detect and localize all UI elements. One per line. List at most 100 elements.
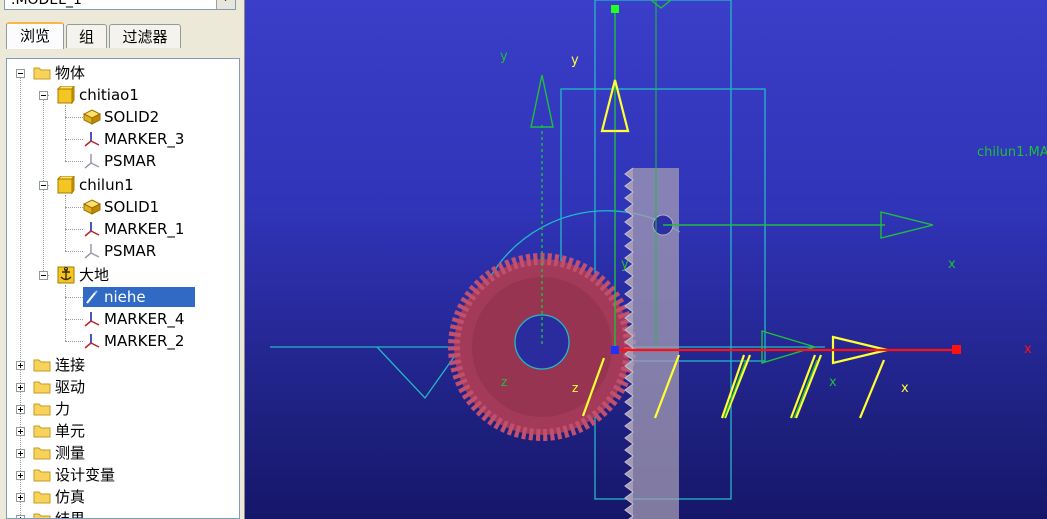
tree-label: chilun1 bbox=[79, 176, 134, 194]
marker-icon bbox=[84, 154, 100, 169]
tree-item-marker-4[interactable]: MARKER_4 bbox=[7, 309, 237, 329]
tree-label: MARKER_3 bbox=[104, 130, 185, 148]
tree-label: MARKER_4 bbox=[104, 310, 185, 328]
tree-item-ground[interactable]: 大地 bbox=[7, 265, 237, 285]
axis-label-y: y bbox=[571, 53, 579, 68]
axis-label-z: z bbox=[572, 381, 578, 395]
expand-icon[interactable] bbox=[16, 383, 25, 392]
tree-item-marker-3[interactable]: MARKER_3 bbox=[7, 129, 237, 149]
marker-point bbox=[611, 5, 619, 13]
tab-filters[interactable]: 过滤器 bbox=[109, 24, 181, 48]
expand-icon[interactable] bbox=[16, 405, 25, 414]
joint-icon bbox=[86, 290, 98, 304]
axis-label-y: y bbox=[500, 49, 508, 64]
folder-icon bbox=[33, 67, 51, 80]
solid-icon bbox=[83, 199, 101, 215]
collapse-icon[interactable] bbox=[39, 271, 48, 280]
axis-label-y: y bbox=[621, 257, 629, 272]
marker-icon bbox=[84, 244, 100, 259]
tree-item-psmar[interactable]: PSMAR bbox=[7, 151, 237, 171]
folder-icon bbox=[33, 403, 51, 416]
expand-icon[interactable] bbox=[16, 449, 25, 458]
tab-groups[interactable]: 组 bbox=[66, 24, 107, 48]
folder-icon bbox=[33, 425, 51, 438]
tree-item-measures[interactable]: 测量 bbox=[7, 443, 237, 463]
gear bbox=[448, 253, 636, 441]
folder-icon bbox=[33, 447, 51, 460]
tree-label: MARKER_1 bbox=[104, 220, 185, 238]
model-canvas: chilun1.MARKER_1 y y y x x x x z z bbox=[270, 0, 1047, 519]
tree-item-niehe[interactable]: niehe bbox=[7, 287, 237, 307]
folder-icon bbox=[33, 469, 51, 482]
tree-label: 驱动 bbox=[55, 378, 86, 396]
solid-icon bbox=[83, 109, 101, 125]
tree-item-chitiao1[interactable]: chitiao1 bbox=[7, 85, 237, 105]
tree-item-psmar[interactable]: PSMAR bbox=[7, 241, 237, 261]
folder-icon bbox=[33, 491, 51, 504]
tree-label: MARKER_2 bbox=[104, 332, 185, 350]
model-selector[interactable]: .MODEL_1 bbox=[4, 0, 236, 10]
tree-item-bodies[interactable]: 物体 bbox=[7, 63, 237, 83]
tree-item-chilun1[interactable]: chilun1 bbox=[7, 175, 237, 195]
tree-label: 测量 bbox=[55, 444, 86, 462]
tree-item-connectors[interactable]: 连接 bbox=[7, 355, 237, 375]
part-icon bbox=[57, 176, 75, 194]
tree-item-simulations[interactable]: 仿真 bbox=[7, 487, 237, 507]
part-icon bbox=[57, 86, 75, 104]
expand-icon[interactable] bbox=[16, 493, 25, 502]
tree-item-marker-1[interactable]: MARKER_1 bbox=[7, 219, 237, 239]
tree-label: PSMAR bbox=[104, 242, 157, 260]
expand-icon[interactable] bbox=[16, 427, 25, 436]
tree-item-marker-2[interactable]: MARKER_2 bbox=[7, 331, 237, 351]
chevron-down-icon bbox=[224, 0, 227, 1]
tree-label: SOLID2 bbox=[104, 108, 160, 126]
axis-label-z: z bbox=[501, 375, 507, 389]
axis-label-x: x bbox=[1024, 342, 1032, 357]
tree-item-solid2[interactable]: SOLID2 bbox=[7, 107, 237, 127]
folder-icon bbox=[33, 513, 51, 518]
tree-item-design-variables[interactable]: 设计变量 bbox=[7, 465, 237, 485]
model-tree: 物体 chitiao1 SOLID2 MARKER_3 PSMAR chilun… bbox=[6, 58, 240, 519]
marker-icon bbox=[84, 334, 100, 349]
expand-icon[interactable] bbox=[16, 471, 25, 480]
tree-label: 设计变量 bbox=[55, 466, 116, 484]
expand-icon[interactable] bbox=[16, 361, 25, 370]
tree-item-results[interactable]: 结果 bbox=[7, 509, 237, 519]
tree-item-elements[interactable]: 单元 bbox=[7, 421, 237, 441]
tree-label: 物体 bbox=[55, 64, 86, 82]
tree-item-forces[interactable]: 力 bbox=[7, 399, 237, 419]
tree-item-solid1[interactable]: SOLID1 bbox=[7, 197, 237, 217]
ground-icon bbox=[57, 266, 75, 284]
graphics-viewport[interactable]: chilun1.MARKER_1 y y y x x x x z z bbox=[245, 0, 1047, 519]
folder-icon bbox=[33, 381, 51, 394]
joint-origin bbox=[611, 346, 619, 354]
tree-item-motions[interactable]: 驱动 bbox=[7, 377, 237, 397]
tree-label: 大地 bbox=[79, 266, 110, 284]
marker-icon bbox=[84, 312, 100, 327]
tree-label: 单元 bbox=[55, 422, 86, 440]
tab-browse[interactable]: 浏览 bbox=[6, 22, 64, 49]
tree-label: 连接 bbox=[55, 356, 86, 374]
model-name: .MODEL_1 bbox=[11, 0, 82, 8]
axis-label-x: x bbox=[948, 257, 956, 272]
tree-label: PSMAR bbox=[104, 152, 157, 170]
marker-icon bbox=[84, 132, 100, 147]
axis-label-x: x bbox=[829, 375, 837, 390]
joint-endpoint bbox=[952, 345, 961, 354]
model-browser-panel: .MODEL_1 浏览 组 过滤器 物体 chitiao1 SOLID2 MAR… bbox=[0, 0, 245, 519]
tree-label: niehe bbox=[102, 287, 152, 307]
collapse-icon[interactable] bbox=[39, 91, 48, 100]
axis-label-x: x bbox=[901, 381, 909, 396]
tree-label: 结果 bbox=[55, 510, 86, 519]
tree-label: 仿真 bbox=[55, 488, 86, 506]
tree-label: SOLID1 bbox=[104, 198, 160, 216]
tree-label: 力 bbox=[55, 400, 71, 418]
marker-label: chilun1.MARKER_1 bbox=[977, 145, 1047, 160]
tree-label: chitiao1 bbox=[79, 86, 139, 104]
dropdown-button[interactable] bbox=[216, 0, 235, 9]
collapse-icon[interactable] bbox=[16, 69, 25, 78]
expand-icon[interactable] bbox=[16, 515, 25, 518]
folder-icon bbox=[33, 359, 51, 372]
collapse-icon[interactable] bbox=[39, 181, 48, 190]
marker-icon bbox=[84, 222, 100, 237]
